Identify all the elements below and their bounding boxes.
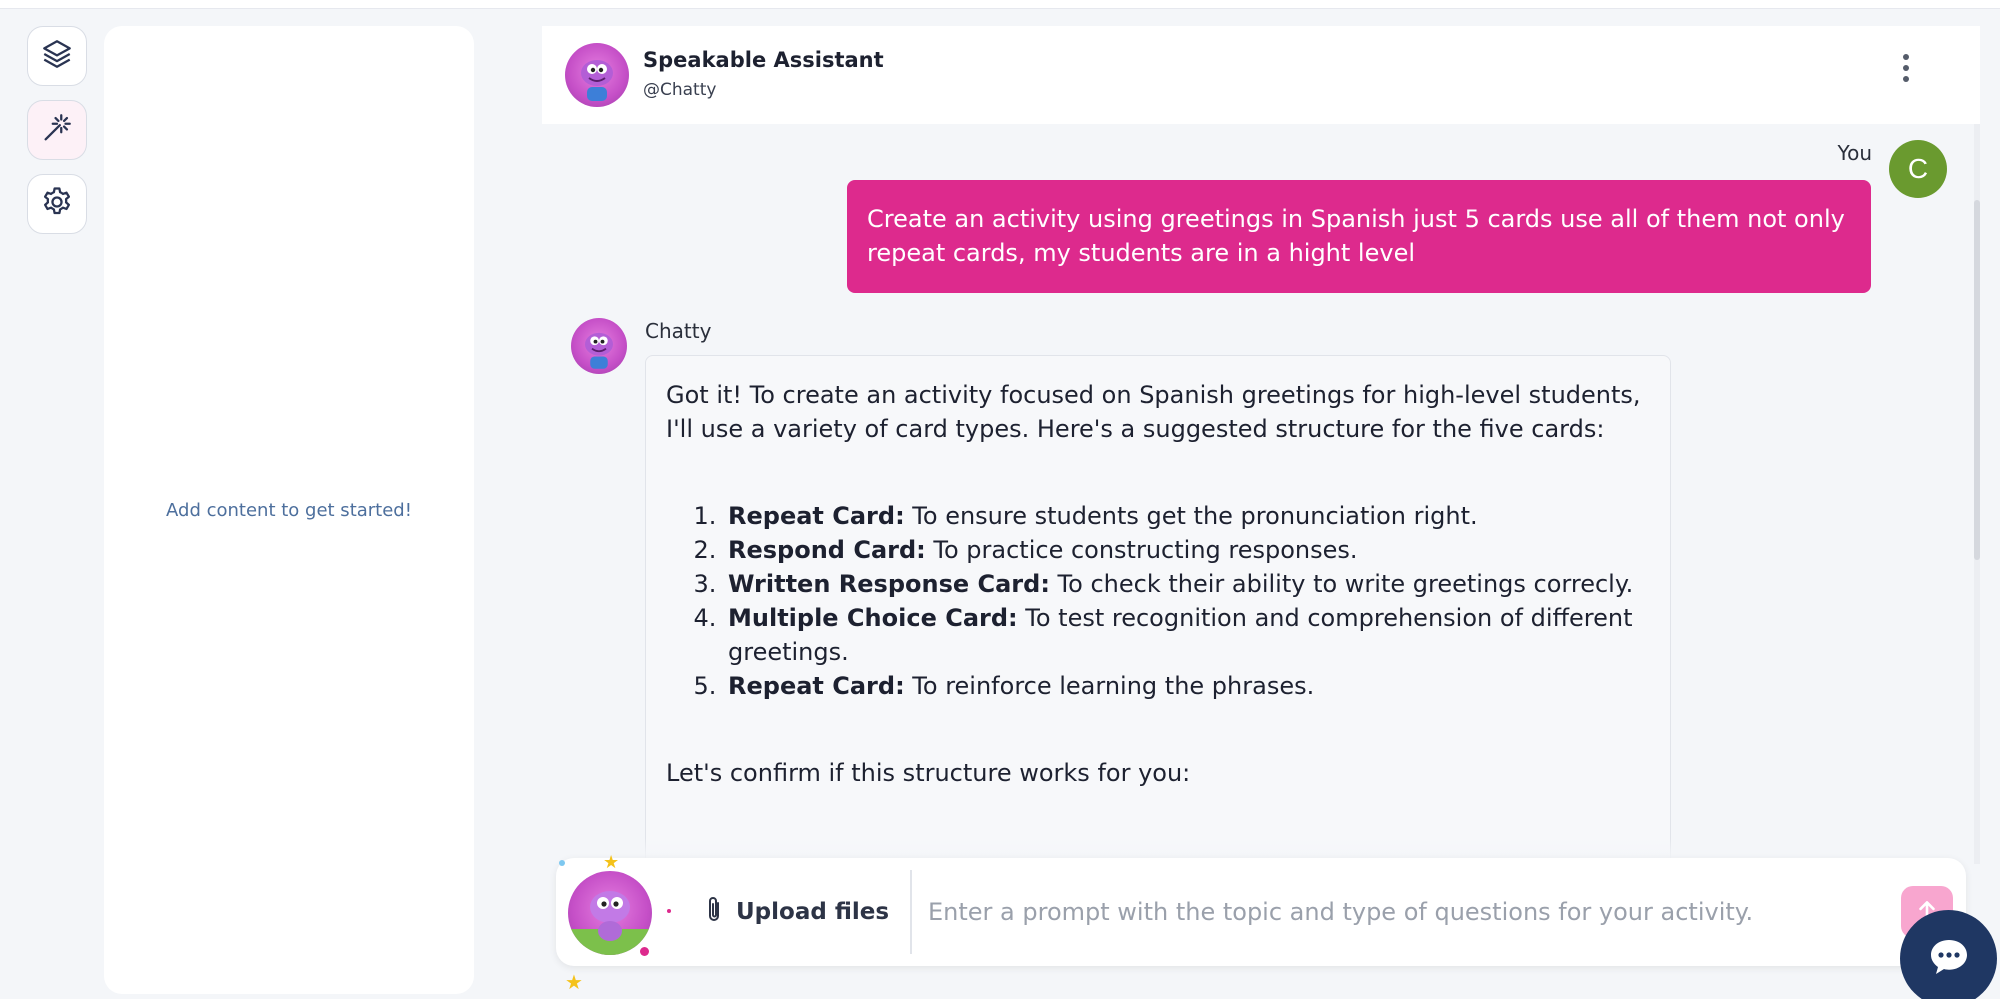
list-item-title: Respond Card: [728,536,926,564]
content-panel: Add content to get started! [104,26,474,994]
chat-header: Speakable Assistant @Chatty [542,26,1980,124]
list-item-title: Repeat Card: [728,502,905,530]
settings-button[interactable] [27,174,87,234]
list-item-text: To check their ability to write greeting… [1049,570,1634,598]
list-item: Repeat Card: To reinforce learning the p… [724,669,1650,703]
more-options-icon[interactable] [1900,54,1912,82]
user-label: You [1837,141,1872,165]
upload-files-label: Upload files [736,899,890,925]
user-message: Create an activity using greetings in Sp… [847,180,1871,293]
paperclip-icon [702,895,726,929]
list-item-title: Written Response Card: [728,570,1050,598]
layers-icon [40,37,74,75]
list-item: Repeat Card: To ensure students get the … [724,499,1650,533]
sparkle-dot-icon [559,860,565,866]
empty-state-text: Add content to get started! [166,500,412,521]
list-item-text: To practice constructing responses. [925,536,1358,564]
list-item: Multiple Choice Card: To test recognitio… [724,601,1650,669]
upload-files-button[interactable]: Upload files [702,888,889,936]
scroll-fade [542,838,1972,860]
assistant-message-name: Chatty [645,319,712,343]
sparkle-dot-icon [640,947,649,956]
prompt-input[interactable] [928,888,1888,936]
chat-scrollbar-thumb[interactable] [1974,200,1980,560]
list-item-title: Repeat Card: [728,672,905,700]
list-item-title: Multiple Choice Card: [728,604,1018,632]
gear-icon [40,185,74,223]
composer-divider [910,870,912,954]
card-structure-list: Repeat Card: To ensure students get the … [724,499,1650,703]
magic-wand-button[interactable] [27,100,87,160]
top-bar [0,0,2000,9]
assistant-message: Got it! To create an activity focused on… [645,355,1671,875]
layers-button[interactable] [27,26,87,86]
user-avatar: C [1889,140,1947,198]
list-item-text: To ensure students get the pronunciation… [904,502,1478,530]
help-chat-button[interactable] [1900,910,1997,999]
assistant-message-avatar [571,318,627,374]
assistant-outro: Let's confirm if this structure works fo… [666,759,1191,787]
list-item-text: To reinforce learning the phrases. [904,672,1315,700]
sparkle-dot-icon [667,909,671,913]
assistant-name: Speakable Assistant [643,48,884,72]
chat-bubble-icon [1929,938,1969,980]
list-item: Respond Card: To practice constructing r… [724,533,1650,567]
star-icon: ★ [603,852,620,873]
sidebar-rail [27,26,87,248]
list-item: Written Response Card: To check their ab… [724,567,1650,601]
star-icon: ★ [565,970,583,994]
assistant-handle: @Chatty [643,80,717,100]
magic-wand-icon [40,111,74,149]
prompt-composer: ★ ★ Upload files [556,852,1966,994]
assistant-avatar [565,43,629,107]
mascot-avatar [568,871,652,955]
assistant-intro: Got it! To create an activity focused on… [666,381,1641,443]
